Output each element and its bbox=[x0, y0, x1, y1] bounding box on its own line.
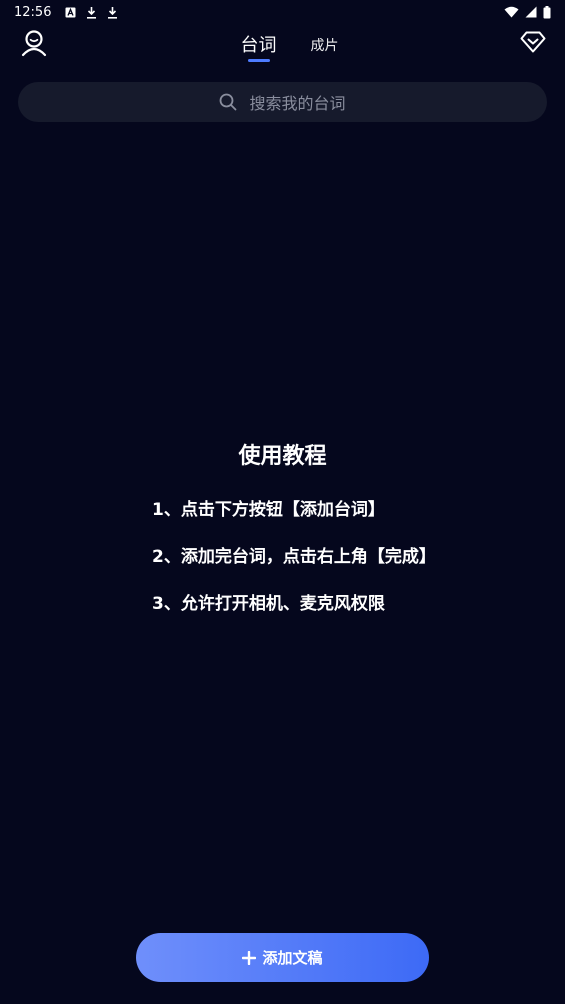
diamond-icon bbox=[520, 31, 546, 57]
tutorial-steps: 1、点击下方按钮【添加台词】 2、添加完台词，点击右上角【完成】 3、允许打开相… bbox=[152, 498, 436, 639]
plus-icon bbox=[242, 950, 257, 965]
tab-lines[interactable]: 台词 bbox=[240, 34, 277, 62]
wifi-icon bbox=[504, 6, 519, 18]
tab-videos-label: 成片 bbox=[310, 38, 339, 54]
battery-icon bbox=[543, 5, 551, 19]
add-script-label: 添加文稿 bbox=[262, 949, 323, 967]
tutorial-step: 2、添加完台词，点击右上角【完成】 bbox=[152, 547, 436, 567]
status-bar: 12:56 bbox=[0, 0, 565, 24]
active-tab-indicator bbox=[247, 59, 270, 62]
font-icon bbox=[65, 7, 76, 18]
signal-icon bbox=[525, 6, 537, 18]
tutorial-step: 3、允许打开相机、麦克风权限 bbox=[152, 594, 385, 614]
status-notification-icons bbox=[65, 6, 118, 19]
status-system-icons bbox=[504, 5, 551, 19]
search-input[interactable]: 搜索我的台词 bbox=[18, 82, 547, 122]
top-header: 台词 成片 bbox=[0, 28, 565, 68]
download-icon bbox=[107, 6, 118, 19]
download-icon bbox=[86, 6, 97, 19]
tutorial-step: 1、点击下方按钮【添加台词】 bbox=[152, 500, 385, 520]
status-time: 12:56 bbox=[14, 4, 52, 20]
add-script-button[interactable]: 添加文稿 bbox=[136, 933, 429, 982]
vip-button[interactable] bbox=[519, 30, 547, 58]
tab-bar: 台词 成片 bbox=[14, 34, 565, 62]
search-icon bbox=[219, 93, 237, 111]
tab-videos[interactable]: 成片 bbox=[311, 34, 339, 58]
app-screen: 12:56 台词 成片 搜索我的台词 使用教程 1、点击下方按钮【添加台词】 2… bbox=[0, 0, 565, 1004]
tab-lines-label: 台词 bbox=[240, 35, 277, 56]
tutorial-title: 使用教程 bbox=[238, 444, 327, 469]
search-placeholder: 搜索我的台词 bbox=[249, 94, 346, 113]
